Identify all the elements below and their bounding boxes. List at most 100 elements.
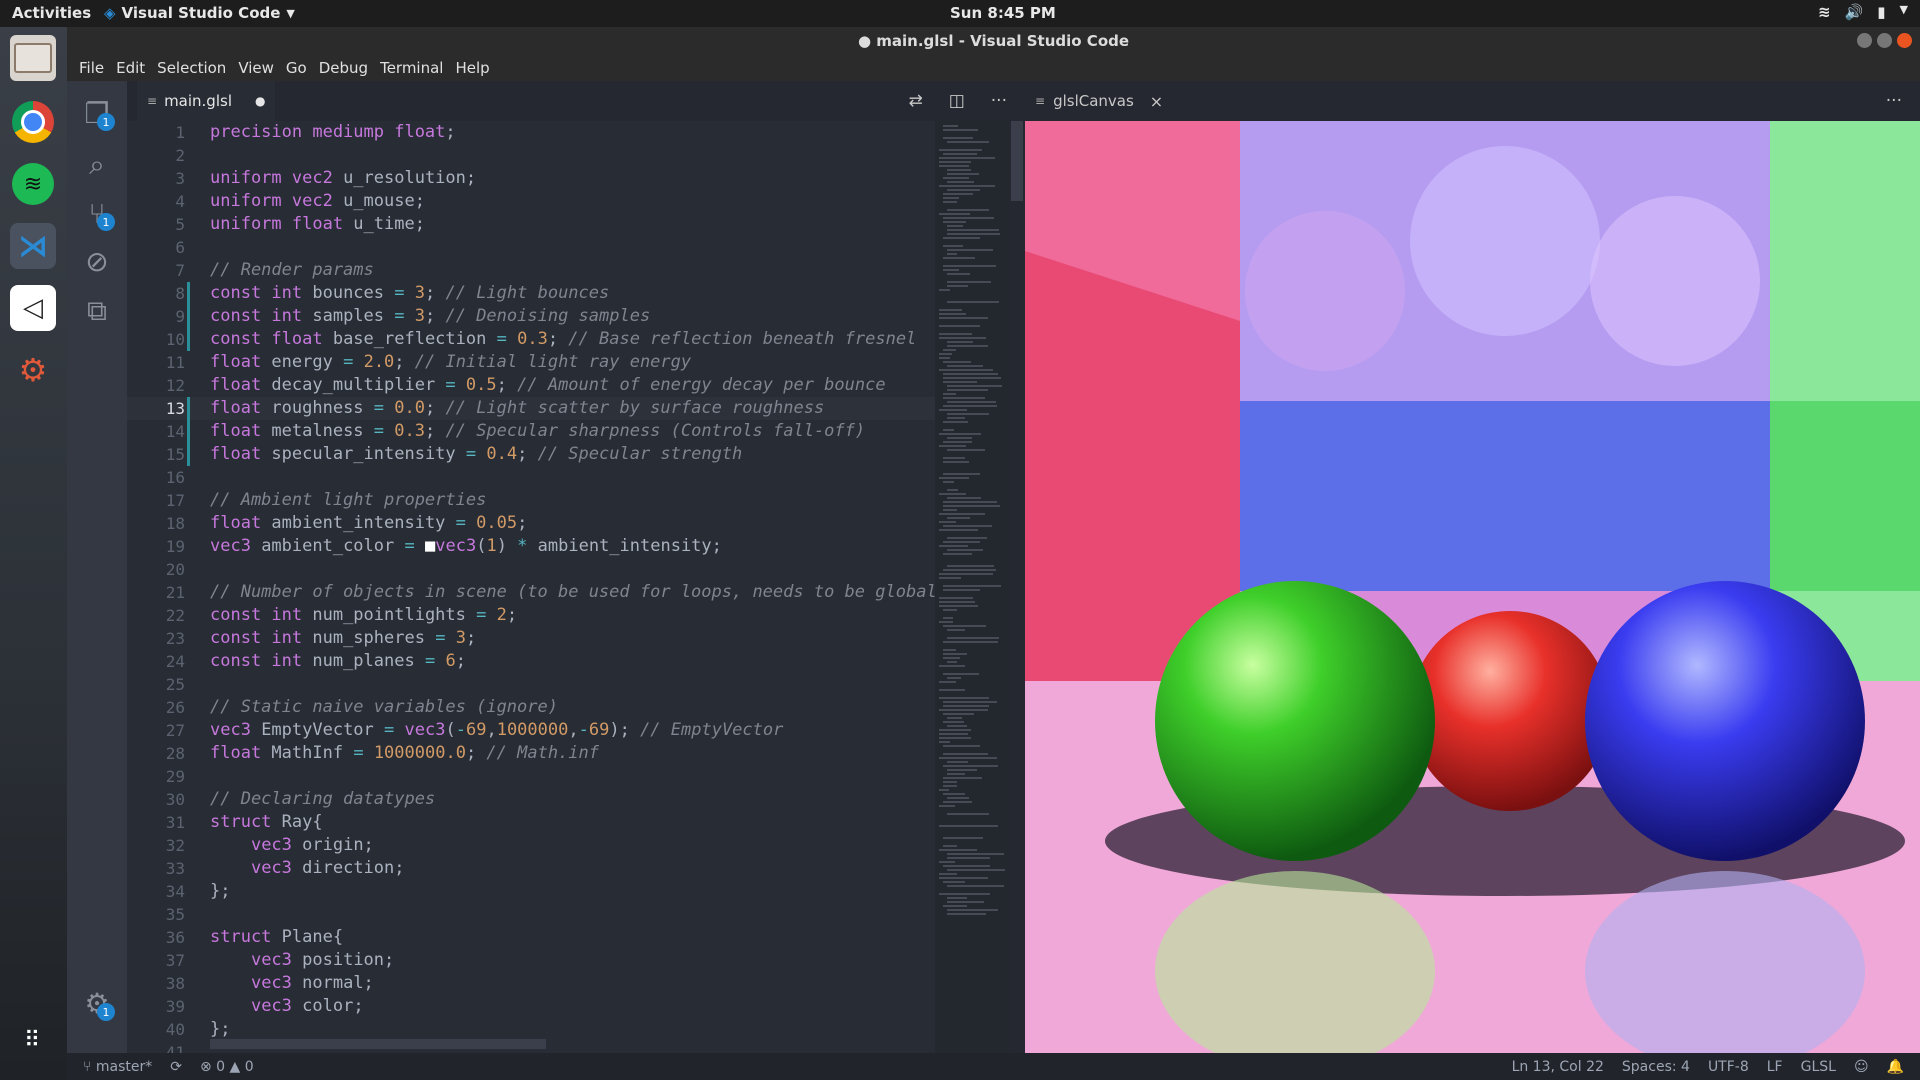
code-line[interactable]: float energy = 2.0; // Initial light ray… — [210, 351, 691, 374]
menu-edit[interactable]: Edit — [110, 59, 151, 77]
end-of-line[interactable]: LF — [1767, 1059, 1783, 1075]
code-line[interactable]: float metalness = 0.3; // Specular sharp… — [210, 420, 865, 443]
code-line[interactable]: vec3 color; — [210, 995, 364, 1018]
clock[interactable]: Sun 8:45 PM — [950, 4, 1056, 22]
minimap[interactable] — [935, 121, 1009, 1053]
feedback-smiley-icon[interactable]: ☺ — [1854, 1059, 1869, 1075]
code-line[interactable]: const int num_pointlights = 2; — [210, 604, 517, 627]
language-mode[interactable]: GLSL — [1801, 1059, 1836, 1075]
code-line[interactable]: float specular_intensity = 0.4; // Specu… — [210, 443, 742, 466]
sync-icon[interactable]: ⟳ — [170, 1059, 182, 1075]
code-line[interactable]: const int num_spheres = 3; — [210, 627, 476, 650]
menu-view[interactable]: View — [232, 59, 280, 77]
chrome-icon[interactable] — [10, 99, 56, 145]
minimap-line — [939, 789, 949, 791]
git-branch[interactable]: ⑂ master* — [83, 1059, 152, 1075]
code-line[interactable]: float MathInf = 1000000.0; // Math.inf — [210, 742, 599, 765]
code-line[interactable]: uniform vec2 u_mouse; — [210, 190, 425, 213]
close-button[interactable] — [1897, 33, 1912, 48]
code-line[interactable]: struct Ray{ — [210, 811, 323, 834]
code-editor[interactable]: 1 2 3 4 5 6 7 8 9 10 11 12 13 14 15 16 17 18 19 20 21 22 23 24 2… — [127, 121, 935, 1062]
code-line[interactable]: // Ambient light properties — [210, 489, 486, 512]
menu-debug[interactable]: Debug — [313, 59, 374, 77]
tab-glslcanvas[interactable]: ≡ glslCanvas × — [1035, 81, 1163, 121]
code-line[interactable]: vec3 ambient_color = ■vec3(1) * ambient_… — [210, 535, 722, 558]
files-icon[interactable] — [10, 35, 56, 81]
menu-go[interactable]: Go — [280, 59, 313, 77]
indentation[interactable]: Spaces: 4 — [1622, 1059, 1690, 1075]
line-number: 28 — [165, 744, 185, 763]
minimap-line — [943, 125, 958, 127]
problems-indicator[interactable]: ⊗ 0 ▲ 0 — [200, 1059, 254, 1075]
code-line[interactable]: vec3 position; — [210, 949, 394, 972]
code-line[interactable]: // Static naive variables (ignore) — [210, 696, 558, 719]
glsl-canvas-preview[interactable] — [1025, 121, 1920, 1053]
vertical-scrollbar[interactable] — [1009, 121, 1025, 1053]
explorer-badge: 1 — [97, 113, 115, 131]
code-line[interactable]: // Render params — [210, 259, 374, 282]
code-line[interactable]: float ambient_intensity = 0.05; — [210, 512, 527, 535]
scrollbar-thumb[interactable] — [1011, 121, 1023, 201]
activities-button[interactable]: Activities — [12, 4, 91, 22]
gear-icon[interactable]: ⚙ 1 — [67, 979, 127, 1027]
minimap-line — [947, 869, 1005, 871]
code-line[interactable]: precision mediump float; — [210, 121, 466, 144]
menu-terminal[interactable]: Terminal — [374, 59, 449, 77]
extensions-icon[interactable]: ⧉ — [67, 287, 127, 335]
code-line[interactable]: // Declaring datatypes — [210, 788, 435, 811]
line-number: 27 — [165, 721, 185, 740]
menu-help[interactable]: Help — [449, 59, 495, 77]
search-icon[interactable]: ⌕ — [67, 141, 127, 189]
code-line[interactable]: vec3 EmptyVector = vec3(-69,1000000,-69)… — [210, 719, 783, 742]
code-line[interactable]: const float base_reflection = 0.3; // Ba… — [210, 328, 916, 351]
code-line[interactable]: float roughness = 0.0; // Light scatter … — [210, 397, 824, 420]
horizontal-scrollbar[interactable] — [210, 1039, 546, 1049]
code-line[interactable]: uniform float u_time; — [210, 213, 425, 236]
maximize-button[interactable] — [1877, 33, 1892, 48]
minimap-line — [943, 801, 972, 803]
unity-icon[interactable]: ◁ — [10, 285, 56, 331]
code-line[interactable]: uniform vec2 u_resolution; — [210, 167, 476, 190]
spotify-icon[interactable]: ≋ — [10, 161, 56, 207]
minimap-line — [947, 285, 968, 287]
minimap-line — [939, 873, 957, 875]
minimap-line — [939, 289, 950, 291]
cursor-position[interactable]: Ln 13, Col 22 — [1512, 1059, 1604, 1075]
code-text[interactable]: precision mediump float; uniform vec2 u_… — [210, 121, 935, 1053]
code-line[interactable]: }; — [210, 1018, 230, 1041]
code-line[interactable]: struct Plane{ — [210, 926, 343, 949]
minimap-line — [943, 461, 969, 463]
minimize-button[interactable] — [1857, 33, 1872, 48]
close-icon[interactable]: × — [1150, 92, 1163, 111]
app-menu[interactable]: ◈ Visual Studio Code ▼ — [104, 4, 295, 22]
vscode-dock-icon[interactable]: ⋊ — [10, 223, 56, 269]
show-apps-icon[interactable]: ⠿ — [10, 1017, 56, 1063]
more-actions-icon[interactable]: ··· — [1886, 91, 1902, 111]
encoding[interactable]: UTF-8 — [1708, 1059, 1749, 1075]
compare-changes-icon[interactable]: ⇄ — [908, 91, 922, 111]
menu-selection[interactable]: Selection — [151, 59, 232, 77]
menu-file[interactable]: File — [73, 59, 110, 77]
code-line[interactable]: const int samples = 3; // Denoising samp… — [210, 305, 650, 328]
source-control-icon[interactable]: ⑂ 1 — [67, 189, 127, 237]
code-line[interactable]: vec3 direction; — [210, 857, 405, 880]
notification-bell-icon[interactable]: 🔔 — [1887, 1059, 1904, 1075]
code-line[interactable]: // Number of objects in scene (to be use… — [210, 581, 935, 604]
minimap-line — [943, 553, 972, 555]
code-line[interactable]: const int num_planes = 6; — [210, 650, 466, 673]
code-line[interactable]: float decay_multiplier = 0.5; // Amount … — [210, 374, 886, 397]
unsaved-dot-icon[interactable]: ● — [255, 94, 265, 108]
minimap-line — [939, 733, 968, 735]
debug-icon[interactable]: ⊘ — [67, 237, 127, 285]
code-line[interactable]: vec3 normal; — [210, 972, 374, 995]
system-tray[interactable]: ≋ 🔊 ▮ ▼ — [1818, 3, 1908, 21]
tab-main-glsl[interactable]: ≡ main.glsl ● — [137, 81, 275, 121]
code-line[interactable]: }; — [210, 880, 230, 903]
explorer-icon[interactable]: ❐ 1 — [67, 89, 127, 137]
split-editor-icon[interactable]: ◫ — [949, 91, 965, 111]
code-line[interactable]: const int bounces = 3; // Light bounces — [210, 282, 609, 305]
more-actions-icon[interactable]: ··· — [991, 91, 1007, 111]
activity-bar: ❐ 1 ⌕ ⑂ 1 ⊘ ⧉ ⚙ 1 — [67, 81, 127, 1053]
code-line[interactable]: vec3 origin; — [210, 834, 374, 857]
settings-tools-icon[interactable]: ⚙ — [10, 347, 56, 393]
